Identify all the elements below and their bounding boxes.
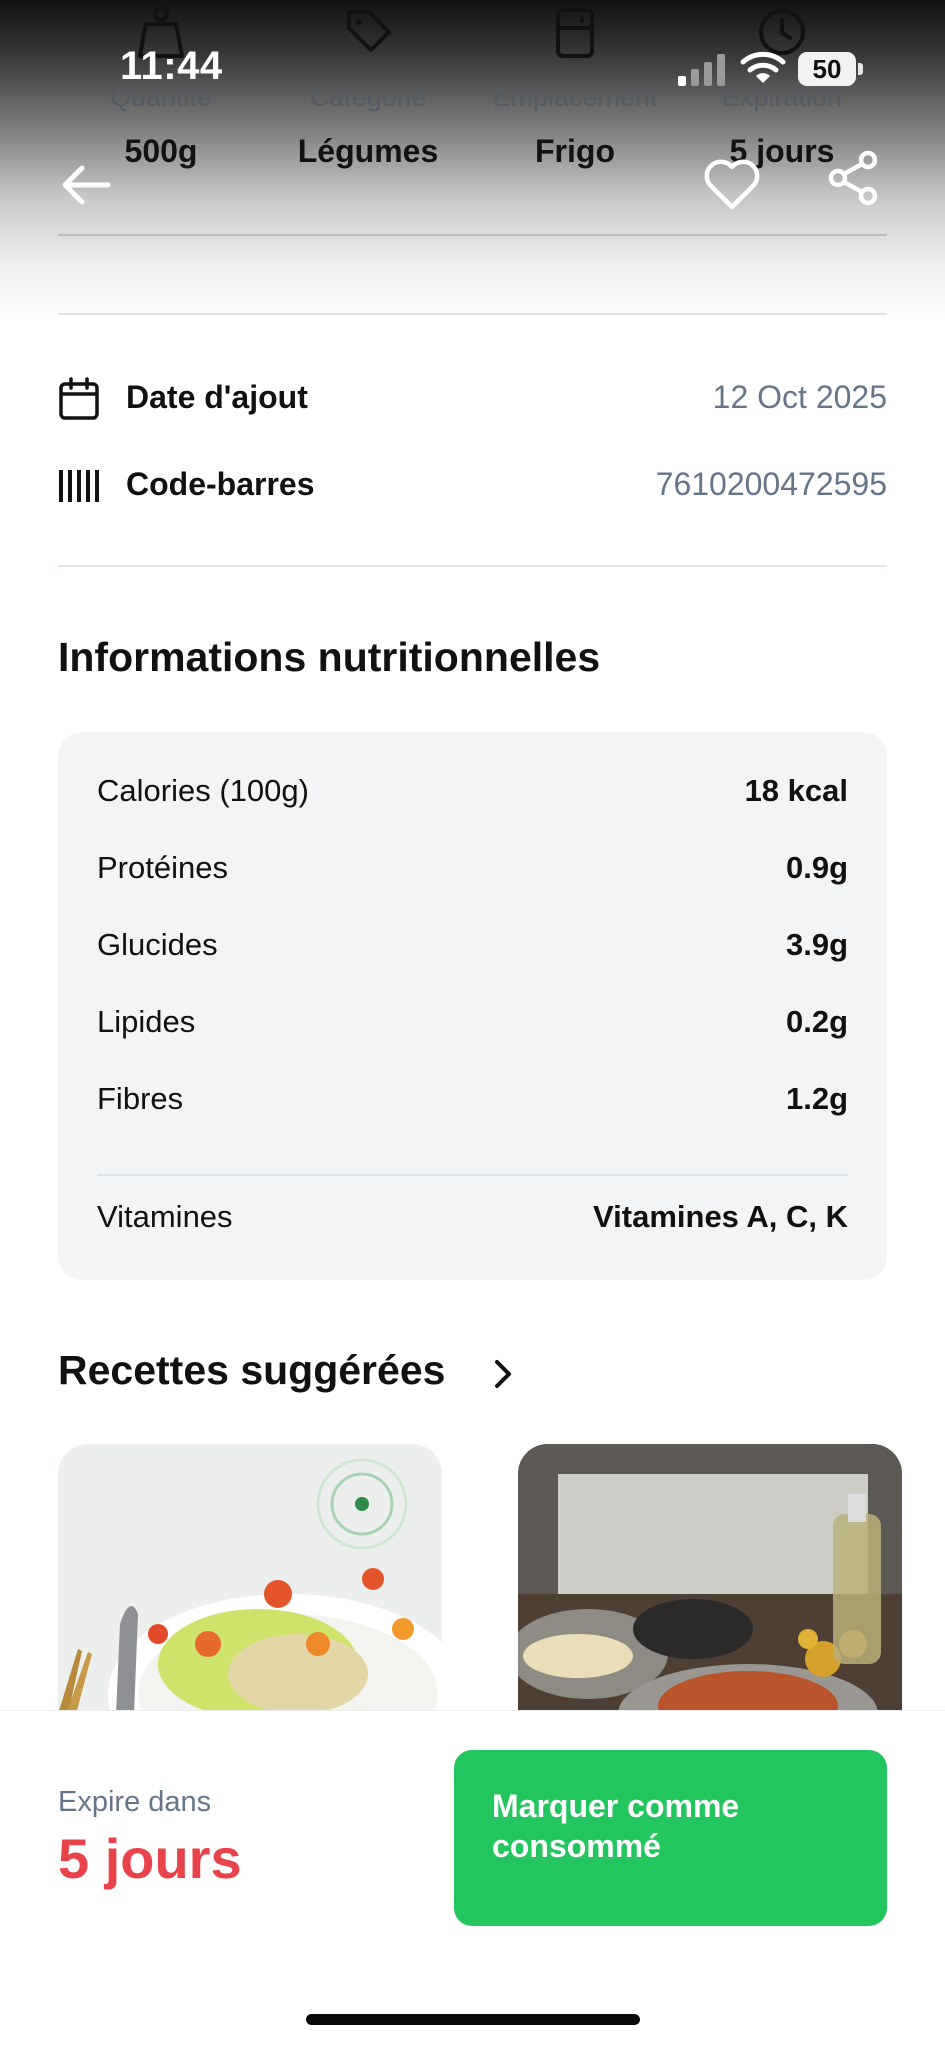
battery-tip	[858, 63, 863, 75]
divider	[58, 565, 887, 567]
cellular-signal-icon	[678, 54, 725, 86]
recipe-card-pasta[interactable]	[518, 1444, 902, 1714]
chevron-right-icon[interactable]	[488, 1354, 518, 1394]
nutrient-label: Glucides	[97, 927, 218, 962]
nutrient-value: 1.2g	[785, 1081, 848, 1116]
barcode-row: Code-barres 7610200472595	[58, 459, 887, 509]
salad-image	[58, 1444, 442, 1714]
status-time: 11:44	[120, 44, 223, 88]
vitamins-row: Vitamines Vitamines A, C, K	[97, 1195, 848, 1239]
nutrition-row: Lipides 0.2g	[97, 1000, 848, 1044]
nutrient-value: 3.9g	[785, 927, 848, 962]
nutrition-row: Fibres 1.2g	[97, 1077, 848, 1121]
barcode-icon	[59, 470, 99, 502]
nutrition-row: Calories (100g) 18 kcal	[97, 769, 848, 813]
nutrition-title: Informations nutritionnelles	[58, 634, 601, 680]
nutrient-value: 0.9g	[785, 850, 848, 885]
mark-consumed-button[interactable]: Marquer comme consommé	[454, 1750, 887, 1926]
expire-value: 5 jours	[58, 1827, 242, 1890]
divider	[97, 1174, 848, 1176]
date-added-value: 12 Oct 2025	[712, 379, 887, 415]
battery-indicator: 50	[798, 52, 864, 86]
stat-value: Frigo	[535, 133, 615, 169]
barcode-value: 7610200472595	[655, 466, 887, 502]
calendar-icon	[59, 377, 99, 420]
nutrient-label: Calories (100g)	[97, 773, 309, 808]
date-added-row: Date d'ajout 12 Oct 2025	[58, 372, 887, 422]
heart-icon[interactable]	[702, 155, 762, 215]
home-indicator[interactable]	[306, 2014, 640, 2025]
divider	[58, 313, 887, 315]
wifi-icon	[740, 51, 786, 83]
share-icon[interactable]	[826, 150, 882, 206]
battery-level: 50	[812, 54, 842, 84]
stat-label: Catégorie	[309, 82, 427, 112]
fridge-icon	[556, 8, 594, 58]
vitamins-value: Vitamines A, C, K	[593, 1199, 848, 1234]
vitamins-label: Vitamines	[97, 1199, 233, 1234]
stat-value: Légumes	[297, 133, 439, 169]
nutrient-value: 0.2g	[785, 1004, 848, 1039]
nutrient-label: Protéines	[97, 850, 228, 885]
stat-label: Expiration	[721, 82, 843, 112]
recipe-card-salad[interactable]	[58, 1444, 442, 1714]
nutrition-card: Calories (100g) 18 kcal Protéines 0.9g G…	[58, 732, 887, 1280]
nutrition-row: Protéines 0.9g	[97, 846, 848, 890]
pasta-image	[518, 1444, 902, 1714]
divider	[58, 234, 887, 236]
nutrient-label: Fibres	[97, 1081, 184, 1116]
back-arrow-icon[interactable]	[58, 160, 114, 210]
barcode-label: Code-barres	[126, 466, 315, 502]
expire-label: Expire dans	[58, 1786, 212, 1818]
date-added-label: Date d'ajout	[126, 379, 308, 415]
stat-label: Emplacement	[492, 82, 658, 112]
nutrient-value: 18 kcal	[744, 773, 848, 808]
recipes-title[interactable]: Recettes suggérées	[58, 1347, 445, 1394]
nutrition-row: Glucides 3.9g	[97, 923, 848, 967]
tag-icon	[347, 10, 391, 52]
nutrient-label: Lipides	[97, 1004, 196, 1039]
